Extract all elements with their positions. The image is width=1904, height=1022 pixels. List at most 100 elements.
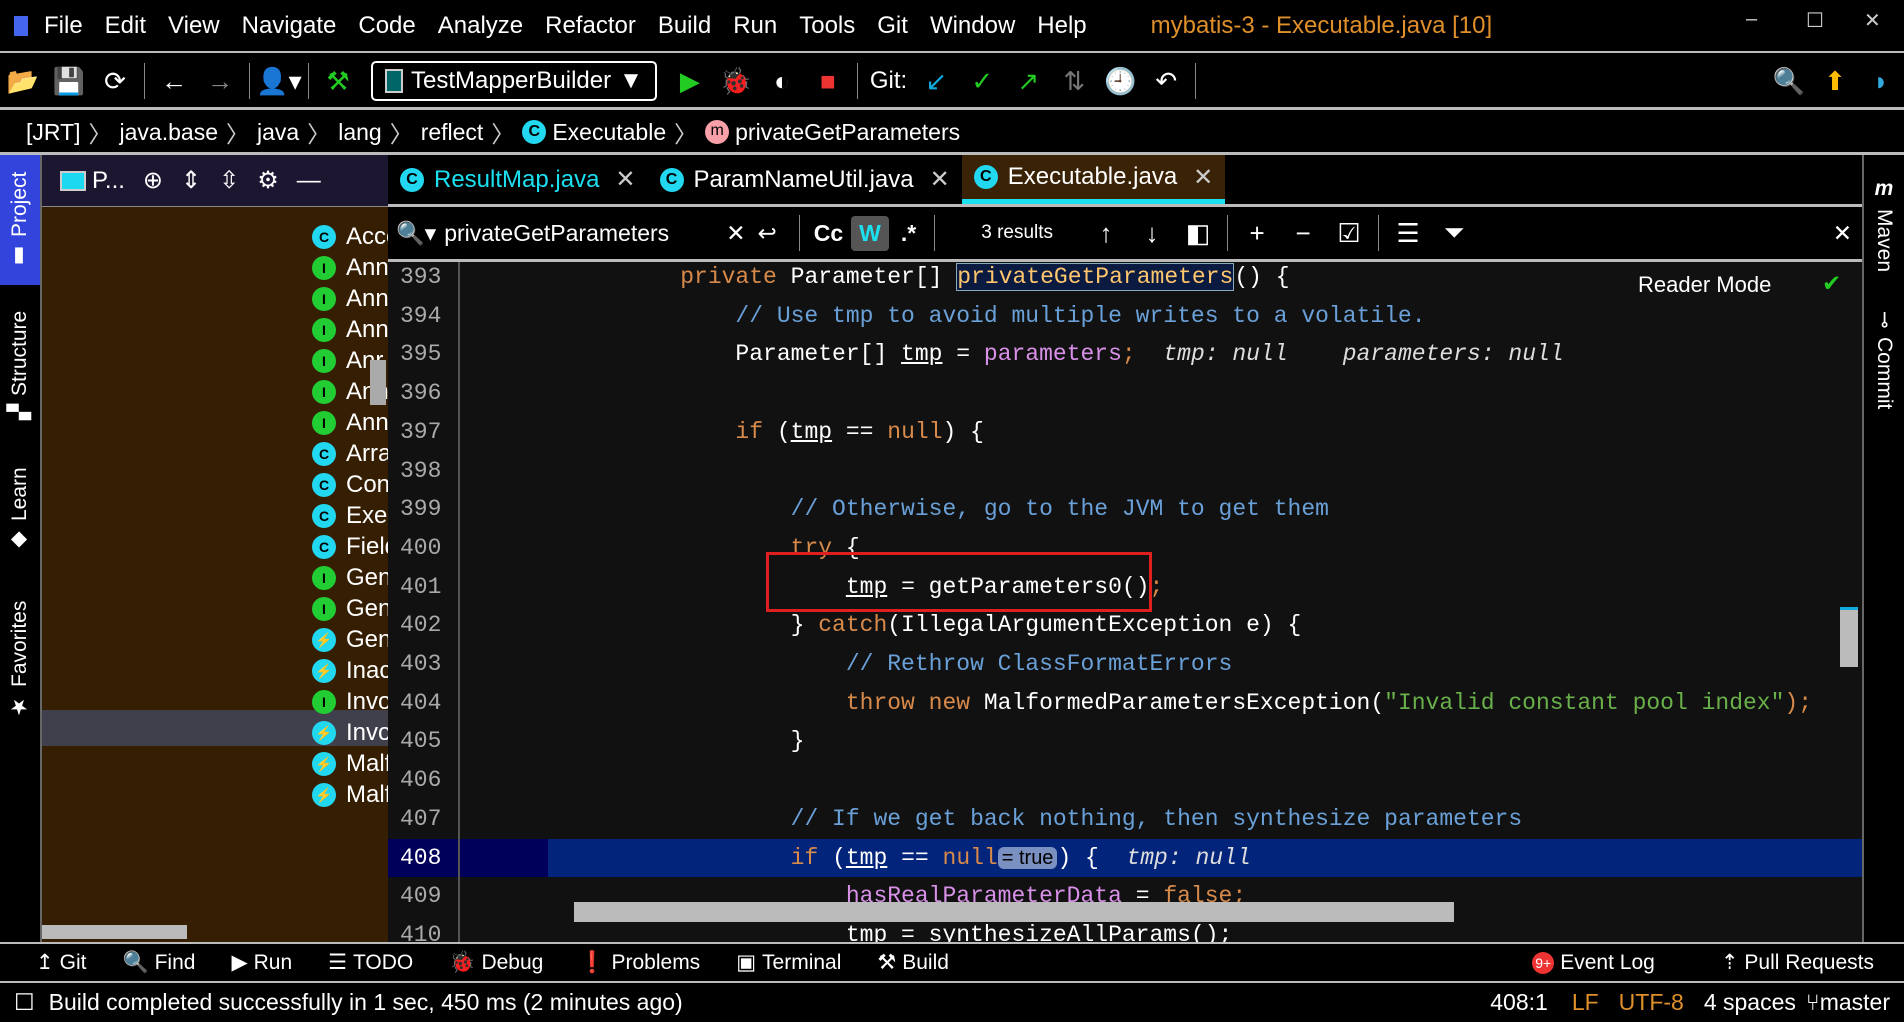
code-line[interactable]: 405 } <box>388 722 1862 761</box>
git-update-icon[interactable]: ↙ <box>913 66 959 97</box>
tab-structure[interactable]: ▞ Structure <box>0 295 40 435</box>
line-number[interactable]: 404 <box>400 684 441 723</box>
menu-refactor[interactable]: Refactor <box>545 12 636 39</box>
code-line[interactable]: 399 // Otherwise, go to the JVM to get t… <box>388 490 1862 529</box>
menu-view[interactable]: View <box>168 12 220 39</box>
code-line[interactable]: 396 <box>388 374 1862 413</box>
rollback-icon[interactable]: ↶ <box>1143 66 1189 97</box>
back-icon[interactable]: ← <box>151 66 197 97</box>
code-line[interactable]: 408 if (tmp == null = true) { tmp: null <box>388 838 1862 878</box>
tab-favorites[interactable]: ★ Favorites <box>0 585 40 735</box>
menu-code[interactable]: Code <box>358 12 415 39</box>
previous-occurrence-icon[interactable]: ↑ <box>1083 218 1129 249</box>
search-icon[interactable]: 🔍 <box>1766 66 1812 97</box>
status-icon[interactable]: ☐ <box>14 989 35 1016</box>
git-commit-icon[interactable]: ✓ <box>959 66 1005 97</box>
new-line-icon[interactable]: ↩ <box>757 220 776 247</box>
tab-project[interactable]: ▮ Project <box>0 155 40 285</box>
line-number[interactable]: 394 <box>400 297 441 336</box>
indent-setting[interactable]: 4 spaces <box>1704 989 1796 1016</box>
tool-window-git[interactable]: ↥ Git <box>36 950 86 975</box>
menu-navigate[interactable]: Navigate <box>242 12 337 39</box>
filter-options-icon[interactable]: ☰ <box>1385 218 1431 249</box>
git-merge-icon[interactable]: ⇅ <box>1051 66 1097 97</box>
breadcrumb-item[interactable]: reflect <box>421 119 484 146</box>
words-toggle[interactable]: W <box>851 215 889 251</box>
match-case-toggle[interactable]: Cc <box>814 220 843 247</box>
expand-all-icon[interactable]: ⇕ <box>181 166 201 195</box>
hide-icon[interactable]: — <box>297 167 321 195</box>
breadcrumb-item[interactable]: Executable <box>552 119 666 146</box>
line-number[interactable]: 410 <box>400 916 441 942</box>
maximize-button[interactable]: ☐ <box>1806 8 1824 33</box>
clear-icon[interactable]: ✕ <box>726 220 745 247</box>
line-number[interactable]: 400 <box>400 529 441 568</box>
tab-learn[interactable]: ◆ Learn <box>0 455 40 565</box>
caret-position[interactable]: 408:1 <box>1490 989 1548 1016</box>
breadcrumb-item[interactable]: privateGetParameters <box>735 119 960 146</box>
gear-icon[interactable]: ⚙ <box>257 166 279 195</box>
close-tab-icon[interactable]: ✕ <box>930 165 950 194</box>
line-number[interactable]: 407 <box>400 800 441 839</box>
line-number[interactable]: 399 <box>400 490 441 529</box>
tab-maven[interactable]: m Maven <box>1864 175 1904 275</box>
git-branch[interactable]: master <box>1820 989 1890 1016</box>
breadcrumb-item[interactable]: java.base <box>120 119 218 146</box>
coverage-icon[interactable]: ◐ <box>759 66 805 97</box>
user-icon[interactable]: 👤▾ <box>256 66 302 97</box>
code-line[interactable]: 406 <box>388 761 1862 800</box>
horizontal-scrollbar[interactable] <box>42 925 187 939</box>
code-line[interactable]: 407 // If we get back nothing, then synt… <box>388 800 1862 839</box>
menu-window[interactable]: Window <box>930 12 1015 39</box>
tool-window-build[interactable]: ⚒ Build <box>877 950 949 975</box>
save-icon[interactable]: 💾 <box>46 66 92 97</box>
code-area[interactable]: 393 private Parameter[] privateGetParame… <box>388 262 1862 942</box>
forward-icon[interactable]: → <box>197 66 243 97</box>
project-view-select[interactable]: P... <box>92 167 125 195</box>
breadcrumb-item[interactable]: java <box>257 119 299 146</box>
code-line[interactable]: 394 // Use tmp to avoid multiple writes … <box>388 297 1862 336</box>
line-number[interactable]: 393 <box>400 262 441 297</box>
reader-mode-button[interactable]: Reader Mode <box>1638 272 1771 298</box>
menu-git[interactable]: Git <box>877 12 908 39</box>
tool-window-debug[interactable]: 🐞 Debug <box>449 951 543 975</box>
code-line[interactable]: 402 } catch(IllegalArgumentException e) … <box>388 606 1862 645</box>
tool-window-todo[interactable]: ☰ TODO <box>328 950 413 975</box>
build-hammer-icon[interactable]: ⚒ <box>315 66 361 97</box>
line-number[interactable]: 398 <box>400 452 441 491</box>
menu-file[interactable]: File <box>44 12 83 39</box>
line-number[interactable]: 401 <box>400 568 441 607</box>
menu-analyze[interactable]: Analyze <box>438 12 523 39</box>
sync-icon[interactable]: ⟳ <box>92 66 138 97</box>
close-window-button[interactable]: ✕ <box>1864 8 1881 33</box>
breadcrumb-item[interactable]: lang <box>338 119 381 146</box>
regex-toggle[interactable]: .* <box>901 220 916 247</box>
search-icon[interactable]: 🔍▾ <box>396 220 436 247</box>
horizontal-scrollbar[interactable] <box>574 902 1454 922</box>
toggle-occurrence-icon[interactable]: ☑ <box>1326 218 1372 249</box>
collapse-all-icon[interactable]: ⇳ <box>219 166 239 195</box>
line-number[interactable]: 402 <box>400 606 441 645</box>
tool-window-find[interactable]: 🔍 Find <box>122 951 195 975</box>
close-tab-icon[interactable]: ✕ <box>615 165 635 194</box>
code-line[interactable]: 395 Parameter[] tmp = parameters; tmp: n… <box>388 335 1862 374</box>
tool-window-event-log[interactable]: 9+ Event Log <box>1532 951 1655 975</box>
next-occurrence-icon[interactable]: ↓ <box>1129 218 1175 249</box>
close-tab-icon[interactable]: ✕ <box>1193 163 1213 192</box>
minimize-button[interactable]: – <box>1746 8 1757 31</box>
code-line[interactable]: 398 <box>388 452 1862 491</box>
tool-window-problems[interactable]: ❗ Problems <box>579 951 700 975</box>
add-occurrence-icon[interactable]: + <box>1234 218 1280 249</box>
breadcrumb-item[interactable]: [JRT] <box>26 119 81 146</box>
tab-commit[interactable]: ⊸ Commit <box>1864 305 1904 415</box>
code-line[interactable]: 397 if (tmp == null) { <box>388 413 1862 452</box>
open-icon[interactable]: 📂 <box>0 66 46 97</box>
line-number[interactable]: 408 <box>388 838 548 878</box>
close-find-icon[interactable]: ✕ <box>1833 220 1852 247</box>
remove-occurrence-icon[interactable]: − <box>1280 218 1326 249</box>
git-push-icon[interactable]: ↗ <box>1005 66 1051 97</box>
menu-run[interactable]: Run <box>733 12 777 39</box>
tab-paramnameutil-java[interactable]: C ParamNameUtil.java ✕ <box>648 155 962 204</box>
history-icon[interactable]: 🕘 <box>1097 66 1143 97</box>
tool-window-pull-requests[interactable]: ⇡ Pull Requests <box>1721 950 1874 975</box>
